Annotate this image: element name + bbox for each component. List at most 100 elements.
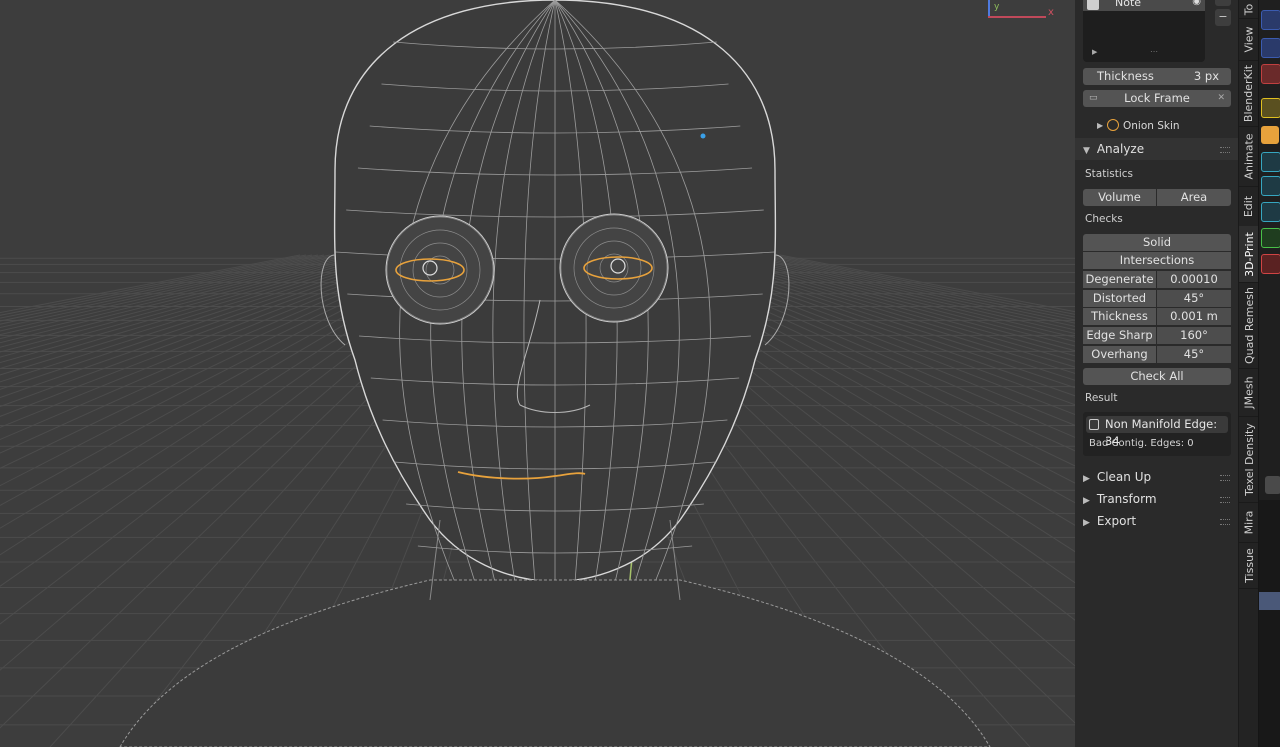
check-distorted-label: Distorted <box>1083 289 1156 307</box>
lock-frame-icon: ▭ <box>1089 93 1098 103</box>
shoulders-wireframe <box>119 579 991 747</box>
solid-button[interactable]: Solid <box>1083 234 1231 251</box>
material-icon[interactable] <box>1261 254 1280 274</box>
check-all-button[interactable]: Check All <box>1083 368 1231 385</box>
drag-grip-icon[interactable] <box>1220 475 1230 481</box>
tab-tool[interactable]: To <box>1239 0 1259 19</box>
axis-y-label: y <box>994 2 1000 12</box>
object-icon[interactable] <box>1261 98 1280 118</box>
tab-3d-print[interactable]: 3D-Print <box>1239 226 1259 283</box>
solid-label: Solid <box>1142 235 1172 249</box>
check-edge-sharp-value[interactable]: 160° <box>1157 327 1231 345</box>
mesh-data-icon[interactable] <box>1261 228 1280 248</box>
tab-view[interactable]: View <box>1239 18 1259 61</box>
check-overhang-value[interactable]: 45° <box>1157 345 1231 363</box>
3d-viewport[interactable]: y x <box>0 0 1075 747</box>
transform-title: Transform <box>1096 492 1157 506</box>
modifier-wrench-icon[interactable] <box>1261 126 1279 144</box>
expand-arrow-icon[interactable]: ▶ <box>1092 48 1097 56</box>
check-degenerate-label: Degenerate <box>1083 271 1156 288</box>
tab-blenderkit[interactable]: BlenderKit <box>1239 60 1259 127</box>
physics-icon[interactable] <box>1261 176 1280 196</box>
eye-icon[interactable]: ◉ <box>1192 0 1201 7</box>
eyeball-wireframe <box>385 215 495 325</box>
volume-button[interactable]: Volume <box>1083 189 1156 206</box>
stroke-thickness-value: 3 px <box>1193 69 1219 83</box>
check-edge-sharp-label: Edge Sharp <box>1083 327 1156 345</box>
result-label: Result <box>1085 392 1118 404</box>
export-title: Export <box>1096 514 1137 528</box>
world-icon[interactable] <box>1261 38 1280 58</box>
expand-arrow-icon: ▶ <box>1097 121 1104 130</box>
bad-contig-result: Bad Contig. Edges: 0 <box>1089 438 1194 449</box>
check-overhang-label: Overhang <box>1083 345 1156 363</box>
collection-icon[interactable] <box>1261 64 1280 84</box>
stroke-thickness-field[interactable]: Thickness 3 px <box>1083 68 1231 85</box>
analyze-title: Analyze <box>1096 142 1145 156</box>
statistics-label: Statistics <box>1085 168 1133 180</box>
cleanup-panel-header[interactable]: ▶ Clean Up <box>1075 466 1238 488</box>
select-mesh-icon <box>1089 419 1099 430</box>
check-distorted-value[interactable]: 45° <box>1157 289 1231 307</box>
close-icon[interactable]: ✕ <box>1217 90 1225 107</box>
outliner-toggle-icon[interactable] <box>1265 476 1280 494</box>
collapse-arrow-icon: ▼ <box>1083 146 1090 156</box>
non-manifold-select-button[interactable]: Non Manifold Edge: 34 <box>1086 416 1228 448</box>
export-panel-header[interactable]: ▶ Export <box>1075 510 1238 532</box>
layer-add-button[interactable] <box>1215 0 1231 6</box>
layer-row-note[interactable]: Note ◉ <box>1083 0 1205 11</box>
tab-view-label: View <box>1242 25 1256 53</box>
tab-texel-density[interactable]: Texel Density <box>1239 416 1259 503</box>
tab-quad-remesh[interactable]: Quad Remesh <box>1239 282 1259 369</box>
check-degenerate-value[interactable]: 0.00010 <box>1157 271 1231 288</box>
editor-strip-highlight <box>1259 592 1280 610</box>
transform-panel-header[interactable]: ▶ Transform <box>1075 488 1238 510</box>
particles-icon[interactable] <box>1261 152 1280 172</box>
tab-3d-print-label: 3D-Print <box>1242 231 1256 277</box>
intersections-label: Intersections <box>1119 253 1195 267</box>
properties-strip <box>1258 0 1280 747</box>
tab-tissue[interactable]: Tissue <box>1239 542 1259 589</box>
drag-grip-icon[interactable] <box>1220 497 1230 503</box>
expand-arrow-icon: ▶ <box>1083 496 1090 506</box>
stroke-thickness-label: Thickness <box>1097 69 1154 83</box>
layer-name[interactable]: Note <box>1115 0 1141 9</box>
layer-remove-button[interactable]: − <box>1215 9 1231 26</box>
tab-animate-label: Animate <box>1242 132 1256 180</box>
expand-arrow-icon: ▶ <box>1083 518 1090 528</box>
lock-frame-button[interactable]: ▭ Lock Frame ✕ <box>1083 90 1231 107</box>
tab-jmesh[interactable]: JMesh <box>1239 368 1259 417</box>
drag-grip-icon[interactable] <box>1220 147 1230 153</box>
check-thickness-value[interactable]: 0.001 m <box>1157 308 1231 326</box>
volume-label: Volume <box>1098 190 1141 204</box>
sidebar-tabs: To View BlenderKit Animate Edit 3D-Print… <box>1238 0 1259 747</box>
resize-grip-icon[interactable]: ⋯ <box>1150 47 1158 56</box>
tab-edit[interactable]: Edit <box>1239 186 1259 227</box>
tab-tool-label: To <box>1242 3 1256 15</box>
tab-texel-density-label: Texel Density <box>1242 422 1256 496</box>
tab-edit-label: Edit <box>1242 195 1256 217</box>
onion-skin-subpanel[interactable]: ▶ Onion Skin <box>1075 116 1238 136</box>
checks-label: Checks <box>1085 213 1123 225</box>
tab-tissue-label: Tissue <box>1242 547 1256 583</box>
constraints-icon[interactable] <box>1261 202 1280 222</box>
check-all-label: Check All <box>1130 369 1184 383</box>
intersections-button[interactable]: Intersections <box>1083 252 1231 269</box>
tab-mira[interactable]: Mira <box>1239 502 1259 543</box>
sidebar-panel: Note ◉ ▶ ⋯ − Thickness 3 px ▭ Lock Frame… <box>1075 0 1238 747</box>
analyze-panel-header[interactable]: ▼ Analyze <box>1075 138 1238 160</box>
lock-frame-label: Lock Frame <box>1124 91 1190 105</box>
tab-jmesh-label: JMesh <box>1242 375 1256 409</box>
axis-gizmo[interactable]: y x <box>985 0 1055 22</box>
area-button[interactable]: Area <box>1157 189 1231 206</box>
wireframe-canvas[interactable] <box>0 0 1075 747</box>
layer-color-swatch[interactable] <box>1087 0 1099 10</box>
drag-grip-icon[interactable] <box>1220 519 1230 525</box>
tab-mira-label: Mira <box>1242 510 1256 534</box>
layer-list[interactable]: Note ◉ ▶ ⋯ <box>1083 0 1205 62</box>
expand-arrow-icon: ▶ <box>1083 474 1090 484</box>
onion-skin-checkbox[interactable] <box>1107 119 1119 131</box>
check-thickness-label: Thickness <box>1083 308 1156 326</box>
scene-icon[interactable] <box>1261 10 1280 30</box>
tab-animate[interactable]: Animate <box>1239 126 1259 187</box>
